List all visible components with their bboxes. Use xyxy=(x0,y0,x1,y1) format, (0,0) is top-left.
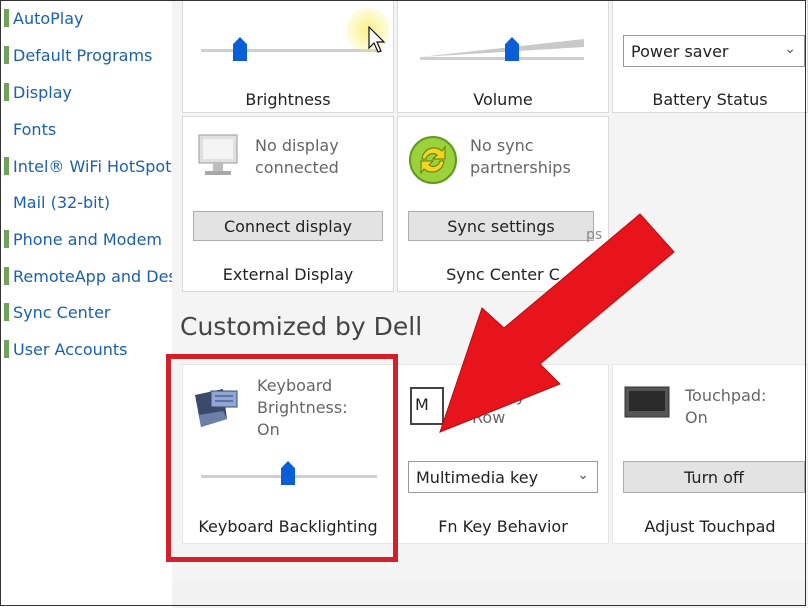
chevron-down-icon: ⌄ xyxy=(784,41,796,57)
brightness-slider-thumb[interactable] xyxy=(233,37,247,61)
fn-key-caption: Fn Key Behavior xyxy=(438,517,568,536)
connect-display-button[interactable]: Connect display xyxy=(193,211,383,241)
battery-caption: Battery Status xyxy=(652,90,768,109)
sidebar-item-label: Phone and Modem xyxy=(13,229,163,249)
fn-key-behavior-value: Multimedia key xyxy=(416,467,539,487)
sidebar-item-fonts[interactable]: Fonts xyxy=(4,117,172,141)
sidebar-item-default-programs[interactable]: Default Programs xyxy=(4,43,172,67)
fonts-icon xyxy=(4,120,9,138)
volume-caption: Volume xyxy=(473,90,533,109)
sidebar-item-label: Default Programs xyxy=(13,45,153,65)
fn-key-icon-label: M xyxy=(415,395,429,414)
mail-icon xyxy=(4,193,9,211)
fn-key-behavior-select[interactable]: Multimedia key ⌄ xyxy=(408,461,598,493)
external-display-status: No display connected xyxy=(255,136,339,177)
brightness-caption: Brightness xyxy=(245,90,331,109)
sidebar-item-label: RemoteApp and Des xyxy=(13,266,172,286)
sidebar-item-label: Intel® WiFi HotSpot xyxy=(13,156,172,176)
sidebar-item-display[interactable]: Display xyxy=(4,80,172,104)
power-plan-value: Power saver xyxy=(631,41,729,61)
sidebar-item-phone-modem[interactable]: Phone and Modem xyxy=(4,227,172,251)
wifi-hotspot-icon xyxy=(4,157,9,175)
sidebar-item-remoteapp[interactable]: RemoteApp and Des xyxy=(4,264,172,288)
autoplay-icon xyxy=(4,9,9,27)
sidebar-item-label: Sync Center xyxy=(13,302,111,322)
sidebar-item-user-accounts[interactable]: User Accounts xyxy=(4,337,172,361)
user-accounts-icon xyxy=(4,340,9,358)
control-panel-sidebar: AutoPlay Default Programs Display Fonts … xyxy=(0,0,172,608)
display-icon xyxy=(4,83,9,101)
sidebar-item-label: User Accounts xyxy=(13,339,128,359)
sidebar-item-label: AutoPlay xyxy=(13,8,84,28)
keyboard-highlight-box xyxy=(166,354,398,562)
sidebar-item-mail[interactable]: Mail (32-bit) xyxy=(4,190,172,214)
monitor-icon xyxy=(198,134,238,175)
volume-slider-track[interactable] xyxy=(420,57,584,60)
pointer-arrow-icon xyxy=(439,213,675,433)
sidebar-item-sync-center[interactable]: Sync Center xyxy=(4,300,172,324)
chevron-down-icon: ⌄ xyxy=(577,467,589,483)
turn-off-touchpad-button[interactable]: Turn off xyxy=(623,461,805,493)
mouse-cursor-icon xyxy=(368,26,386,53)
sidebar-item-label: Display xyxy=(13,82,72,102)
volume-tile: Volume xyxy=(397,0,609,113)
section-title: Customized by Dell xyxy=(180,312,423,341)
external-display-tile: No display connected Connect display Ext… xyxy=(182,116,394,292)
remoteapp-icon xyxy=(4,267,9,285)
sync-center-status: No sync partnerships xyxy=(470,136,571,177)
sidebar-item-autoplay[interactable]: AutoPlay xyxy=(4,6,172,30)
power-plan-select[interactable]: Power saver ⌄ xyxy=(623,35,805,67)
default-programs-icon xyxy=(4,46,9,64)
sync-center-icon xyxy=(4,303,9,321)
brightness-slider-track[interactable] xyxy=(201,49,377,52)
sidebar-item-intel-wifi-hotspot[interactable]: Intel® WiFi HotSpot xyxy=(4,154,172,178)
sidebar-item-label: Fonts xyxy=(13,119,57,139)
touchpad-caption: Adjust Touchpad xyxy=(644,517,776,536)
battery-tile: Power saver ⌄ Battery Status xyxy=(612,0,808,113)
sync-icon xyxy=(409,136,457,184)
sidebar-item-label: Mail (32-bit) xyxy=(13,192,111,212)
phone-modem-icon xyxy=(4,230,9,248)
external-display-caption: External Display xyxy=(222,265,354,284)
touchpad-status: Touchpad: On xyxy=(685,386,767,427)
